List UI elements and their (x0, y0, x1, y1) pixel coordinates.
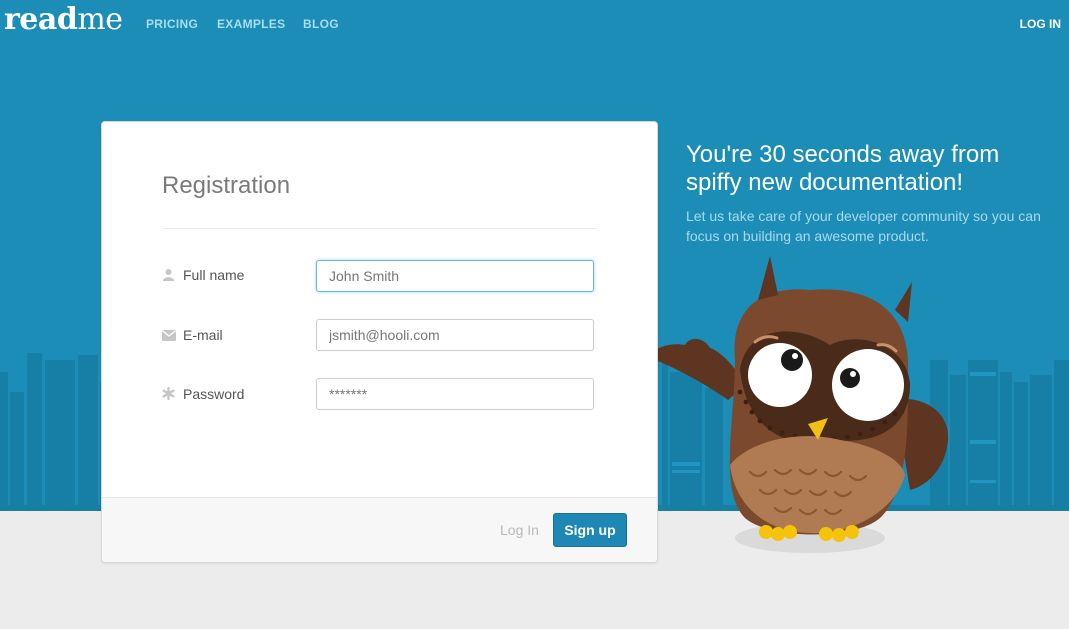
email-input[interactable] (316, 319, 594, 351)
nav-link-blog[interactable]: BLOG (303, 17, 339, 31)
password-label: Password (162, 386, 244, 402)
full-name-label: Full name (162, 267, 244, 283)
promo-subtitle: Let us take care of your developer commu… (686, 208, 1041, 244)
login-link[interactable]: Log In (500, 522, 539, 538)
email-label: E-mail (162, 327, 223, 343)
owl-mascot-illustration (648, 256, 949, 553)
page-title: Registration (162, 172, 291, 199)
nav-link-examples[interactable]: EXAMPLES (217, 17, 285, 31)
password-input[interactable] (316, 378, 594, 410)
nav-link-pricing[interactable]: PRICING (146, 17, 198, 31)
title-divider (162, 228, 597, 229)
nav-login-link[interactable]: LOG IN (1020, 17, 1061, 31)
envelope-icon (162, 328, 176, 342)
card-footer: Log In Sign up (102, 497, 657, 562)
asterisk-icon (162, 387, 176, 401)
readme-logo[interactable]: readme (4, 2, 123, 37)
signup-button[interactable]: Sign up (553, 513, 627, 547)
promo-headline: You're 30 seconds away from spiffy new d… (686, 141, 1000, 196)
user-icon (162, 268, 176, 282)
full-name-input[interactable] (316, 260, 594, 292)
registration-card: Registration Full name E-mail Password L… (101, 121, 658, 563)
top-nav: readme PRICING EXAMPLES BLOG LOG IN (0, 0, 1069, 48)
